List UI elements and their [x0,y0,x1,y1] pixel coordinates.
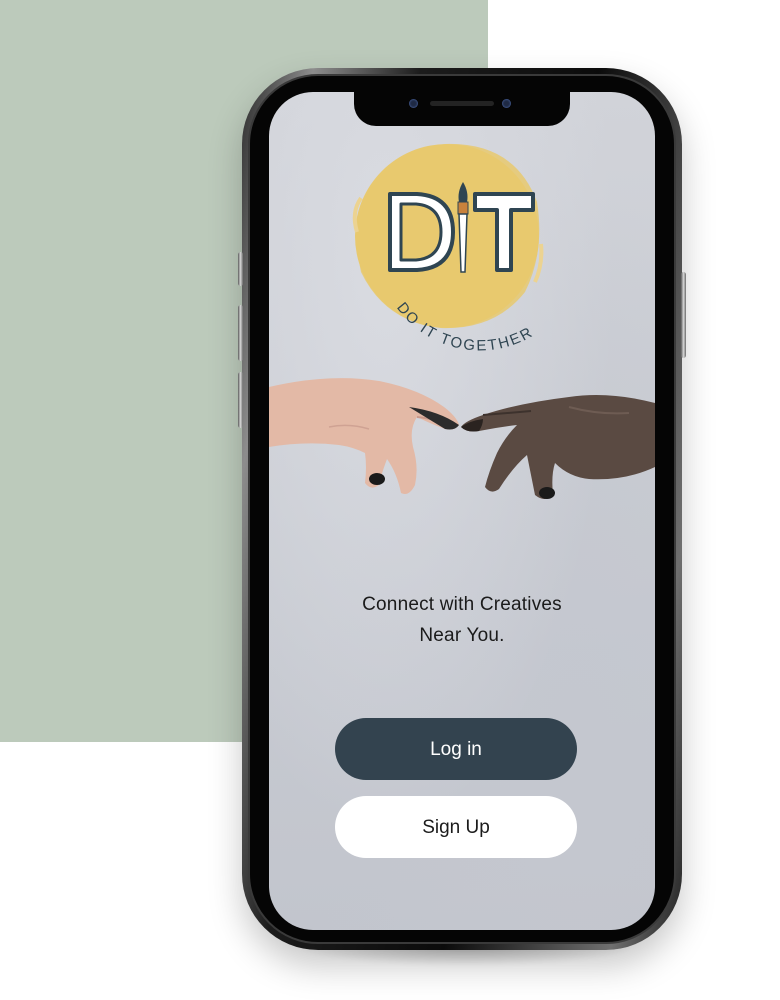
welcome-tagline: Connect with Creatives Near You. [269,589,655,651]
signup-button[interactable]: Sign Up [335,796,577,858]
left-hand [269,378,459,494]
login-button[interactable]: Log in [335,718,577,780]
volume-down-button [238,372,243,428]
notch [354,92,570,126]
front-camera-right [502,99,511,108]
tagline-line-1: Connect with Creatives [362,594,562,615]
phone-screen: DO IT TOGETHER Connect with Creatives Ne… [269,92,655,930]
logo-letter-d [388,192,455,272]
reaching-hands-illustration [269,378,655,499]
speaker-grille [430,101,494,106]
dit-logo: DO IT TOGETHER [352,143,544,355]
volume-up-button [238,305,243,361]
mute-switch [238,252,243,286]
power-button [681,272,686,358]
front-camera-left [409,99,418,108]
tagline-line-2: Near You. [419,625,505,646]
right-hand [461,395,655,499]
